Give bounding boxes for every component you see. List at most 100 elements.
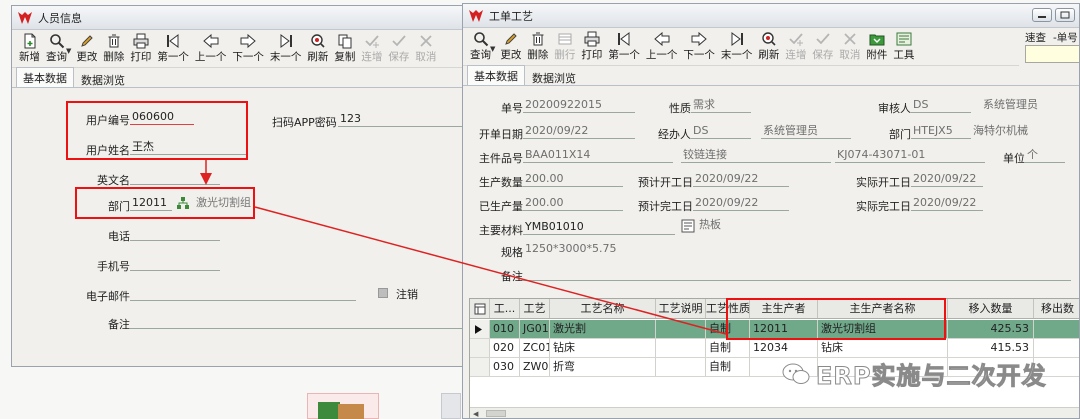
table-cell[interactable]: JG01	[520, 320, 550, 338]
material-field[interactable]: YMB01010	[523, 220, 675, 235]
reviewer-field[interactable]: DS	[911, 98, 971, 113]
toolbar-button-pencil[interactable]: 更改	[73, 33, 100, 67]
table-cell[interactable]: 自制	[706, 339, 750, 357]
nature-field[interactable]: 需求	[691, 98, 751, 113]
toolbar-button-check-plus[interactable]: 连增	[782, 31, 809, 65]
scroll-thumb[interactable]	[486, 410, 506, 417]
personnel-toolbar: 新增 查询 ▼ 更改 删除 打印 第一个 上一个 下一个 末一个 刷新 复制 连增 保存 取消	[12, 30, 470, 68]
table-cell[interactable]: 020	[490, 339, 520, 357]
remark-field[interactable]	[523, 266, 1071, 281]
table-cell[interactable]	[1034, 320, 1079, 338]
table-cell[interactable]: 030	[490, 358, 520, 376]
toolbar-button-refresh[interactable]: 刷新	[304, 33, 331, 67]
table-cell[interactable]: 折弯	[550, 358, 656, 376]
toolbar-button-printer[interactable]: 打印	[127, 33, 154, 67]
toolbar-button-check[interactable]: 保存	[385, 33, 412, 67]
dept-field[interactable]: HTEJX5	[911, 124, 971, 139]
toolbar-button-copy[interactable]: 复制	[331, 33, 358, 67]
plan-start-field[interactable]: 2020/09/22	[693, 172, 789, 187]
table-cell[interactable]: 钻床	[550, 339, 656, 357]
table-cell[interactable]: 425.53	[948, 320, 1034, 338]
work-order-titlebar[interactable]: 工单工艺	[463, 4, 1079, 28]
phone-label: 电话	[108, 230, 130, 243]
col-header-process-name[interactable]: 工艺名称	[550, 299, 656, 318]
horizontal-scrollbar[interactable]: ◀	[470, 407, 1079, 418]
toolbar-button-first-record[interactable]: 第一个	[154, 33, 192, 67]
mobile-field[interactable]	[130, 256, 220, 271]
col-header-out-qty[interactable]: 移出数	[1034, 299, 1079, 318]
row-indicator[interactable]	[470, 339, 490, 357]
act-end-field[interactable]: 2020/09/22	[911, 196, 983, 211]
check-plus-icon	[788, 31, 804, 47]
dropdown-arrow-icon[interactable]: ▼	[490, 45, 495, 53]
minimize-button[interactable]	[1032, 8, 1052, 22]
toolbar-button-delete-row[interactable]: 删行	[551, 31, 578, 65]
row-indicator[interactable]	[470, 358, 490, 376]
prod-qty-field[interactable]: 200.00	[523, 172, 623, 187]
table-cell[interactable]	[656, 339, 706, 357]
personnel-titlebar[interactable]: 人员信息	[12, 6, 470, 30]
col-header-seq[interactable]: 工...	[490, 299, 520, 318]
table-cell[interactable]	[656, 358, 706, 376]
dropdown-arrow-icon[interactable]: ▼	[66, 47, 71, 55]
table-cell[interactable]: ZW01	[520, 358, 550, 376]
toolbar-button-prev-record[interactable]: 上一个	[192, 33, 230, 67]
table-cell[interactable]: 12034	[750, 339, 818, 357]
act-start-field[interactable]: 2020/09/22	[911, 172, 983, 187]
done-qty-field[interactable]: 200.00	[523, 196, 623, 211]
quick-search-input[interactable]	[1025, 45, 1079, 63]
scroll-left-arrow[interactable]: ◀	[473, 410, 478, 418]
toolbar-button-first-record[interactable]: 第一个	[605, 31, 643, 65]
toolbar-button-next-record[interactable]: 下一个	[229, 33, 267, 67]
toolbar-button-last-record[interactable]: 末一个	[267, 33, 305, 67]
maximize-button[interactable]	[1055, 8, 1075, 22]
toolbar-button-folder[interactable]: 附件	[863, 31, 890, 65]
toolbar-button-refresh[interactable]: 刷新	[755, 31, 782, 65]
toolbar-button-new-doc[interactable]: 新增	[16, 33, 43, 67]
toolbar-button-last-record[interactable]: 末一个	[718, 31, 756, 65]
table-cell[interactable]: 钻床	[818, 339, 948, 357]
cancel-checkbox[interactable]	[378, 288, 388, 298]
open-date-field[interactable]: 2020/09/22	[523, 124, 635, 139]
main-part-field[interactable]: BAA011X14	[523, 148, 673, 163]
table-cell[interactable]	[656, 320, 706, 338]
tab-data-browse[interactable]: 数据浏览	[525, 67, 583, 85]
plan-end-field[interactable]: 2020/09/22	[693, 196, 789, 211]
app-password-field[interactable]: 123	[338, 112, 462, 127]
table-cell[interactable]: 415.53	[948, 339, 1034, 357]
tab-basic-data[interactable]: 基本数据	[16, 67, 74, 87]
toolbar-button-trash[interactable]: 删除	[524, 31, 551, 65]
toolbar-button-prev-record[interactable]: 上一个	[643, 31, 681, 65]
remark-field[interactable]	[130, 314, 470, 329]
table-cell[interactable]	[1034, 339, 1079, 357]
email-field[interactable]	[130, 286, 356, 301]
toolbar-button-next-record[interactable]: 下一个	[680, 31, 718, 65]
handler-field[interactable]: DS	[691, 124, 751, 139]
phone-field[interactable]	[130, 226, 220, 241]
tab-basic-data[interactable]: 基本数据	[467, 65, 525, 85]
table-cell[interactable]: ZC01	[520, 339, 550, 357]
toolbar-button-cancel[interactable]: 取消	[412, 33, 439, 67]
col-header-in-qty[interactable]: 移入数量	[948, 299, 1034, 318]
unit-field[interactable]: 个	[1025, 148, 1065, 163]
toolbar-button-check-plus[interactable]: 连增	[358, 33, 385, 67]
english-name-field[interactable]	[130, 170, 220, 185]
toolbar-button-trash[interactable]: 删除	[100, 33, 127, 67]
toolbar-button-pencil[interactable]: 更改	[497, 31, 524, 65]
toolbar-button-printer[interactable]: 打印	[578, 31, 605, 65]
grid-settings-button[interactable]	[470, 299, 490, 318]
toolbar-button-check[interactable]: 保存	[809, 31, 836, 65]
cancel-icon	[418, 33, 434, 49]
toolbar-button-cancel[interactable]: 取消	[836, 31, 863, 65]
table-cell[interactable]: 010	[490, 320, 520, 338]
material-lookup-icon[interactable]	[681, 219, 695, 233]
col-header-process-desc[interactable]: 工艺说明	[656, 299, 706, 318]
table-cell[interactable]: 激光割	[550, 320, 656, 338]
row-indicator-icon[interactable]	[470, 320, 490, 338]
order-no-field[interactable]: 20200922015	[523, 98, 635, 113]
col-header-process[interactable]: 工艺	[520, 299, 550, 318]
spec-field[interactable]: 1250*3000*5.75	[523, 242, 643, 257]
toolbar-button-tools[interactable]: 工具	[890, 31, 917, 65]
tab-data-browse[interactable]: 数据浏览	[74, 69, 132, 87]
table-cell[interactable]: 自制	[706, 358, 750, 376]
